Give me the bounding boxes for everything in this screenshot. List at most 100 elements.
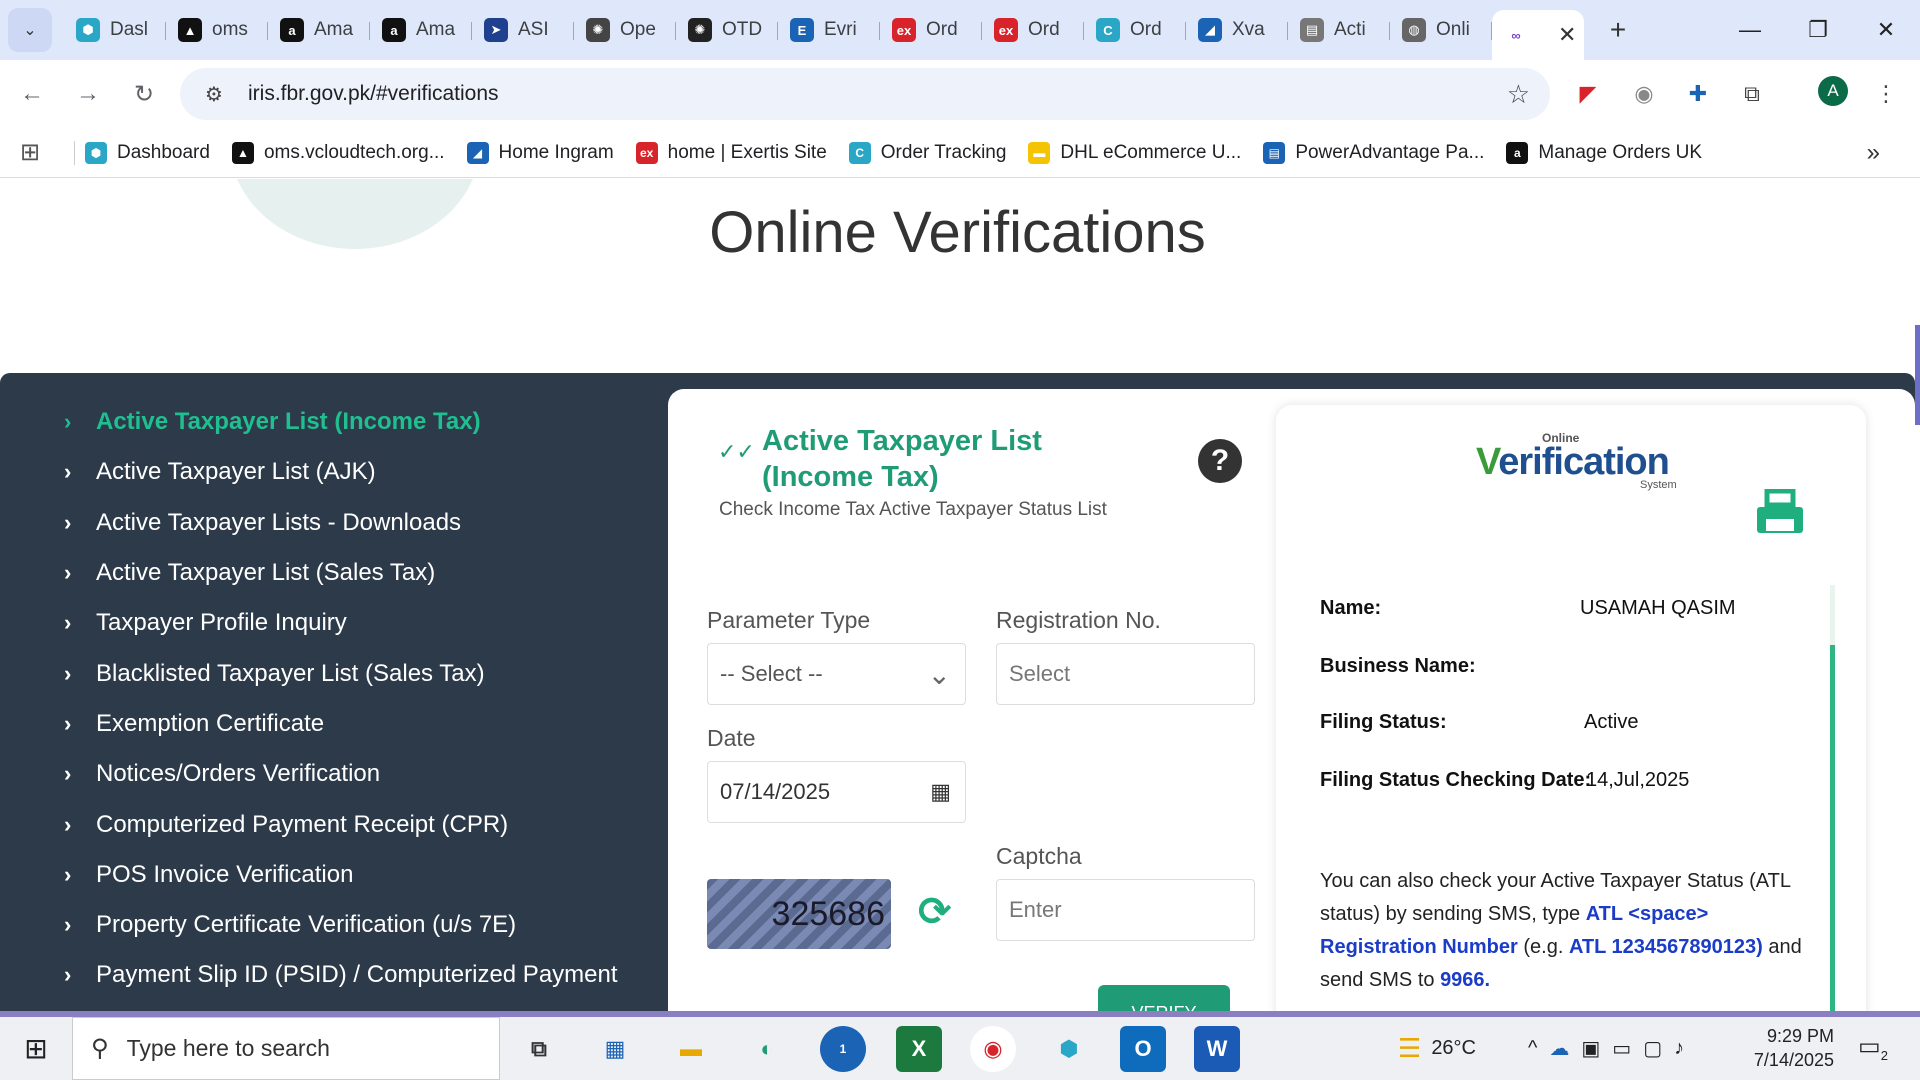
tab-6[interactable]: ✺ OTD <box>676 8 778 52</box>
help-question-icon[interactable]: ? <box>1198 439 1242 483</box>
calculator-icon[interactable]: ▦ <box>592 1026 638 1072</box>
apps-grid-icon[interactable]: ⊞ <box>20 138 60 167</box>
menu-item[interactable]: › Active Taxpayer List (AJK) <box>64 447 618 497</box>
registration-input[interactable]: Select <box>996 643 1255 705</box>
tab-11[interactable]: ◢ Xva <box>1186 8 1288 52</box>
more-bookmarks-icon[interactable]: » <box>1867 139 1880 167</box>
zoom-icon[interactable]: 1 <box>820 1026 866 1072</box>
new-tab-button[interactable]: + <box>1598 10 1638 50</box>
file-explorer-icon[interactable]: ▬ <box>668 1026 714 1072</box>
captcha-input[interactable]: Enter <box>996 879 1255 941</box>
tab-3[interactable]: a Ama <box>370 8 472 52</box>
taskbar-search[interactable]: ⚲ Type here to search <box>72 1017 500 1080</box>
openai-icon: ✺ <box>688 18 712 42</box>
menu-item[interactable]: › Blacklisted Taxpayer List (Sales Tax) <box>64 648 618 698</box>
tab-4[interactable]: ➤ ASI <box>472 8 574 52</box>
menu-item[interactable]: › Active Taxpayer Lists - Downloads <box>64 498 618 548</box>
double-check-icon: ✓✓ <box>718 439 755 464</box>
calendar-icon[interactable]: ▦ <box>930 779 951 805</box>
back-button[interactable]: ← <box>8 70 56 118</box>
taskbar-clock[interactable]: 9:29 PM 7/14/2025 <box>1746 1024 1834 1072</box>
menu-item[interactable]: › Computerized Payment Receipt (CPR) <box>64 799 618 849</box>
shield-extension-icon[interactable]: ✚ <box>1676 72 1720 116</box>
address-bar[interactable]: ⚙ iris.fbr.gov.pk/#verifications ☆ <box>180 68 1550 120</box>
menu-item[interactable]: › Active Taxpayer List (Sales Tax) <box>64 548 618 598</box>
battery-icon[interactable]: ▭ <box>1612 1036 1631 1061</box>
result-scrollbar[interactable] <box>1830 645 1835 1012</box>
task-view-icon[interactable]: ⧉ <box>516 1026 562 1072</box>
extensions-puzzle-icon[interactable]: ⧉ <box>1730 72 1774 116</box>
bookmark-star-icon[interactable]: ☆ <box>1507 79 1530 110</box>
tab-search-button[interactable]: ⌄ <box>8 8 52 52</box>
menu-item-label: Active Taxpayer Lists - Downloads <box>96 508 462 536</box>
tab-13[interactable]: ◍ Onli <box>1390 8 1492 52</box>
tab-10[interactable]: C Ord <box>1084 8 1186 52</box>
close-tab-icon[interactable]: ✕ <box>1558 22 1576 48</box>
refresh-captcha-icon[interactable]: ⟳ <box>918 889 952 935</box>
tab-7[interactable]: E Evri <box>778 8 880 52</box>
globe-extension-icon[interactable]: ◉ <box>1622 72 1666 116</box>
registration-placeholder: Select <box>1009 661 1071 686</box>
profile-avatar[interactable]: A <box>1818 76 1848 106</box>
bookmark-item[interactable]: ◢ Home Ingram <box>466 141 614 164</box>
tab-2[interactable]: a Ama <box>268 8 370 52</box>
tab-label: Acti <box>1334 19 1366 40</box>
url-text[interactable]: iris.fbr.gov.pk/#verifications <box>248 82 499 106</box>
hexagon-app-icon[interactable]: ⬢ <box>1046 1026 1092 1072</box>
bookmark-item[interactable]: ▲ oms.vcloudtech.org... <box>231 141 445 164</box>
chevron-right-icon: › <box>64 962 72 988</box>
bookmark-item[interactable]: ▬ DHL eCommerce U... <box>1028 141 1241 164</box>
site-info-icon[interactable]: ⚙ <box>194 82 234 107</box>
ingram-icon: ◢ <box>1198 18 1222 42</box>
tab-0[interactable]: ⬢ Dasl <box>64 8 166 52</box>
exertis-icon: ex <box>892 18 916 42</box>
verify-button[interactable]: VERIFY <box>1098 985 1230 1012</box>
close-window-button[interactable]: ✕ <box>1852 0 1920 60</box>
parameter-type-value: -- Select -- <box>720 661 823 686</box>
menu-item[interactable]: › Notices/Orders Verification <box>64 749 618 799</box>
excel-icon[interactable]: X <box>896 1026 942 1072</box>
weather-widget[interactable]: ☰ 26°C <box>1398 1017 1476 1080</box>
bookmark-item[interactable]: ex home | Exertis Site <box>635 141 827 164</box>
tab-1[interactable]: ▲ oms <box>166 8 268 52</box>
menu-item[interactable]: › Property Certificate Verification (u/s … <box>64 900 618 950</box>
windows-start-icon[interactable]: ⊞ <box>0 1017 72 1080</box>
onedrive-icon[interactable]: ☁ <box>1549 1036 1569 1061</box>
menu-item[interactable]: › Payment Slip ID (PSID) / Computerized P… <box>64 950 618 1000</box>
network-icon[interactable]: ▢ <box>1643 1036 1662 1061</box>
tab-8[interactable]: ex Ord <box>880 8 982 52</box>
printer-icon[interactable] <box>1754 489 1806 537</box>
kebab-menu-icon[interactable]: ⋮ <box>1864 72 1908 116</box>
tray-chevron-up-icon[interactable]: ^ <box>1528 1037 1537 1060</box>
notification-center-icon[interactable]: ▭2 <box>1858 1032 1888 1063</box>
word-icon[interactable]: W <box>1194 1026 1240 1072</box>
outlook-icon[interactable]: O <box>1120 1026 1166 1072</box>
date-input[interactable]: 07/14/2025 ▦ <box>707 761 966 823</box>
bookmark-label: home | Exertis Site <box>667 141 827 163</box>
bookmark-item[interactable]: C Order Tracking <box>848 141 1006 164</box>
tab-9[interactable]: ex Ord <box>982 8 1084 52</box>
menu-item[interactable]: › Exemption Certificate <box>64 699 618 749</box>
bookmark-item[interactable]: ▤ PowerAdvantage Pa... <box>1263 141 1484 164</box>
forward-button[interactable]: → <box>64 70 112 118</box>
tab-active[interactable]: ∞ ✕ <box>1492 10 1584 60</box>
tab-12[interactable]: ▤ Acti <box>1288 8 1390 52</box>
weather-icon: ☰ <box>1398 1033 1422 1063</box>
page-scrollbar[interactable] <box>1915 325 1920 425</box>
minimize-button[interactable]: — <box>1716 0 1784 60</box>
edge-icon[interactable]: ◐ <box>744 1026 790 1072</box>
bookmark-item[interactable]: a Manage Orders UK <box>1506 141 1702 164</box>
tab-5[interactable]: ✺ Ope <box>574 8 676 52</box>
menu-item[interactable]: › POS Invoice Verification <box>64 850 618 900</box>
security-icon[interactable]: ▣ <box>1581 1036 1600 1061</box>
reload-button[interactable]: ↻ <box>120 70 168 118</box>
pdf-extension-icon[interactable]: ◤ <box>1566 72 1610 116</box>
parameter-type-select[interactable]: -- Select -- ⌄ <box>707 643 966 705</box>
bookmark-item[interactable]: ⬢ Dashboard <box>85 141 210 164</box>
restore-button[interactable]: ❐ <box>1784 0 1852 60</box>
menu-item[interactable]: › Active Taxpayer List (Income Tax) <box>64 397 618 447</box>
volume-icon[interactable]: ♪ <box>1674 1037 1684 1060</box>
menu-item[interactable]: › Taxpayer Profile Inquiry <box>64 598 618 648</box>
chrome-icon[interactable]: ◉ <box>970 1026 1016 1072</box>
result-details: Name: USAMAH QASIM Business Name: Filing… <box>1320 585 1814 1012</box>
